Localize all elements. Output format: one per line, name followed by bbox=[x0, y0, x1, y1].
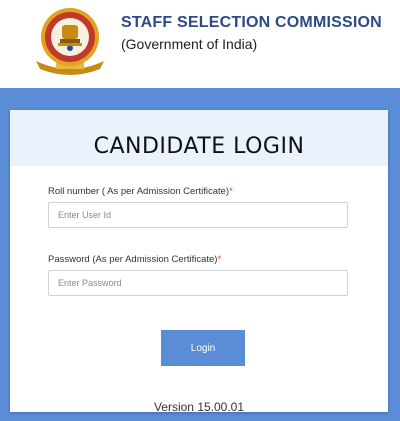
required-marker: * bbox=[229, 186, 233, 197]
password-label-text: Password (As per Admission Certificate) bbox=[48, 254, 218, 265]
org-subtitle: (Government of India) bbox=[121, 36, 258, 52]
roll-number-label: Roll number ( As per Admission Certifica… bbox=[48, 186, 233, 197]
password-label: Password (As per Admission Certificate)* bbox=[48, 254, 221, 265]
login-button[interactable]: Login bbox=[161, 330, 245, 366]
roll-number-label-text: Roll number ( As per Admission Certifica… bbox=[48, 186, 230, 197]
required-marker: * bbox=[217, 254, 222, 265]
version-text: Version 15.00.01 bbox=[153, 400, 245, 414]
password-input[interactable] bbox=[48, 270, 348, 296]
header: STAFF SELECTION COMMISSION (Government o… bbox=[0, 0, 400, 88]
ssc-emblem-icon bbox=[36, 8, 104, 75]
user-id-input[interactable] bbox=[48, 202, 348, 228]
login-card: CANDIDATE LOGIN Roll number ( As per Adm… bbox=[10, 110, 388, 414]
org-name: STAFF SELECTION COMMISSION bbox=[121, 14, 382, 31]
page-title: CANDIDATE LOGIN bbox=[93, 134, 305, 159]
